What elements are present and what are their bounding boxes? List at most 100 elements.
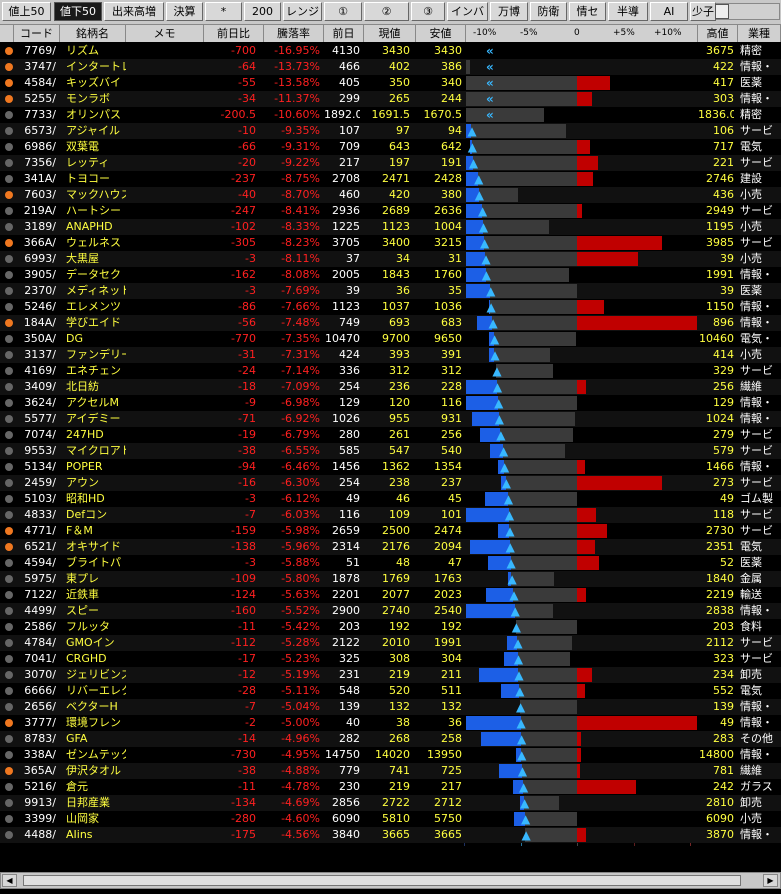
table-row[interactable]: 184A/学びエイド -56 -7.48% 749 693 683 ▲ 896 情報・: [0, 315, 781, 331]
table-row[interactable]: 5134/POPER -94 -6.46% 1456 1362 1354 ▲ 1466 情報・: [0, 459, 781, 475]
status-dot-icon: [5, 639, 13, 647]
tab-9[interactable]: ③: [411, 2, 445, 21]
header-name[interactable]: 銘柄名: [60, 25, 126, 42]
table-row[interactable]: 4784/GMOイン -112 -5.28% 2122 2010 1991 ▲ 2112 サービ: [0, 635, 781, 651]
scroll-thumb[interactable]: [23, 875, 741, 886]
tab-4[interactable]: *: [205, 2, 242, 21]
table-row[interactable]: 3137/ファンデリー -31 -7.31% 424 393 391 ▲ 414 小売: [0, 347, 781, 363]
tab-14[interactable]: 半導: [608, 2, 648, 21]
table-row[interactable]: 7122/近鉄車 -124 -5.63% 2201 2077 2023 ▲ 2219 輸送: [0, 587, 781, 603]
low-cell: 642: [441, 140, 462, 153]
sector-cell: 電気・: [740, 332, 773, 345]
horizontal-scrollbar[interactable]: ◀ ▶: [0, 872, 781, 889]
status-dot-icon: [5, 431, 13, 439]
table-row[interactable]: 6666/リバーエレク -28 -5.11% 548 520 511 ▲ 552 電気: [0, 683, 781, 699]
table-row[interactable]: 4488/AIins -175 -4.56% 3840 3665 3665 ▲ 3870 情報・: [0, 827, 781, 843]
table-row[interactable]: 6993/大黒屋 -3 -8.11% 37 34 31 ▲ 39 小売: [0, 251, 781, 267]
table-row[interactable]: 6573/アジャイル -10 -9.35% 107 97 94 ▲ 106 サービ: [0, 123, 781, 139]
table-row[interactable]: 7041/CRGHD -17 -5.23% 325 308 304 ▲ 323 サービ: [0, 651, 781, 667]
header-high[interactable]: 高値: [698, 25, 738, 42]
table-row[interactable]: 9913/日邦産業 -134 -4.69% 2856 2722 2712 ▲ 2810 卸売: [0, 795, 781, 811]
range-bar: [517, 636, 572, 650]
table-row[interactable]: 7769/リズム -700 -16.95% 4130 3430 3430 « 3675 精密: [0, 43, 781, 59]
low-cell: 304: [441, 652, 462, 665]
table-row[interactable]: 3070/ジェリビンズ -12 -5.19% 231 219 211 ▲ 234 卸売: [0, 667, 781, 683]
table-row[interactable]: 4833/Defコン -7 -6.03% 116 109 101 ▲ 118 サービ: [0, 507, 781, 523]
table-row[interactable]: 3399/山岡家 -280 -4.60% 6090 5810 5750 ▲ 6090 小売: [0, 811, 781, 827]
name-cell: 247HD: [66, 428, 104, 441]
table-row[interactable]: 2586/フルッタ -11 -5.42% 203 192 192 ▲ 203 食料: [0, 619, 781, 635]
table-row[interactable]: 365A/伊沢タオル -38 -4.88% 779 741 725 ▲ 781 繊維: [0, 763, 781, 779]
table-row[interactable]: 3905/データセク -162 -8.08% 2005 1843 1760 ▲ 1991 情報・: [0, 267, 781, 283]
table-row[interactable]: 8783/GFA -14 -4.96% 282 268 258 ▲ 283 その他: [0, 731, 781, 747]
change-cell: -7: [245, 700, 256, 713]
tab-16[interactable]: 少子: [690, 2, 716, 21]
header-prev[interactable]: 前日: [324, 25, 364, 42]
table-row[interactable]: 6986/双葉電 -66 -9.31% 709 643 642 ▲ 717 電気: [0, 139, 781, 155]
table-row[interactable]: 366A/ウェルネス -305 -8.23% 3705 3400 3215 ▲ 3985 サービ: [0, 235, 781, 251]
decline-bar: [480, 732, 521, 746]
table-row[interactable]: 5216/倉元 -11 -4.78% 230 219 217 ▲ 242 ガラス: [0, 779, 781, 795]
code-cell: 5246/: [24, 300, 56, 313]
header-memo[interactable]: メモ: [126, 25, 204, 42]
table-row[interactable]: 9553/マイクロアド -38 -6.55% 585 547 540 ▲ 579 サービ: [0, 443, 781, 459]
header-rate[interactable]: 騰落率: [264, 25, 324, 42]
scroll-left-icon[interactable]: ◀: [2, 874, 17, 887]
table-row[interactable]: 350A/DG -770 -7.35% 10470 9700 9650 ▲ 10460 電気・: [0, 331, 781, 347]
high-cell: 39: [720, 284, 734, 297]
scroll-right-icon[interactable]: ▶: [763, 874, 778, 887]
tab-15[interactable]: AI: [650, 2, 688, 21]
table-row[interactable]: 3624/アクセルM -9 -6.98% 129 120 116 ▲ 129 情報・: [0, 395, 781, 411]
tab-10[interactable]: インバ: [447, 2, 488, 21]
change-cell: -109: [231, 572, 256, 585]
tab-5[interactable]: 200: [244, 2, 281, 21]
table-row[interactable]: 2656/ベクターH -7 -5.04% 139 132 132 ▲ 139 情報・: [0, 699, 781, 715]
table-row[interactable]: 2459/アウン -16 -6.30% 254 238 237 ▲ 273 サービ: [0, 475, 781, 491]
table-row[interactable]: 338A/ゼンムテック -730 -4.95% 14750 14020 13950 ▲ 148…: [0, 747, 781, 763]
tab-3[interactable]: 決算: [166, 2, 203, 21]
tab-1[interactable]: 値下50: [54, 2, 102, 21]
tab-12[interactable]: 防衛: [530, 2, 567, 21]
table-row[interactable]: 3189/ANAPHD -102 -8.33% 1225 1123 1004 ▲ 1195 小売: [0, 219, 781, 235]
tab-0[interactable]: 値上50: [2, 2, 51, 21]
table-row[interactable]: 5246/エレメンツ -86 -7.66% 1123 1037 1036 ▲ 1150 情報・: [0, 299, 781, 315]
table-row[interactable]: 219A/ハートシー -247 -8.41% 2936 2689 2636 ▲ 2949 サービ: [0, 203, 781, 219]
table-row[interactable]: 3747/インタートレ -64 -13.73% 466 402 386 « 422 情報・: [0, 59, 781, 75]
table-row[interactable]: 4594/ブライトパ -3 -5.88% 51 48 47 ▲ 52 医薬: [0, 555, 781, 571]
toolbar-scroll-thumb[interactable]: [715, 4, 729, 19]
table-row[interactable]: 7356/レッティ -20 -9.22% 217 197 191 ▲ 221 サービ: [0, 155, 781, 171]
table-row[interactable]: 6521/オキサイド -138 -5.96% 2314 2176 2094 ▲ 2351 電気: [0, 539, 781, 555]
status-dot-icon: [5, 735, 13, 743]
low-cell: 1004: [434, 220, 462, 233]
header-change[interactable]: 前日比: [204, 25, 264, 42]
header-sector[interactable]: 業種: [738, 25, 781, 42]
header-price[interactable]: 現値: [364, 25, 416, 42]
table-row[interactable]: 4169/エネチェン -24 -7.14% 336 312 312 ▲ 329 サービ: [0, 363, 781, 379]
tab-6[interactable]: レンジ: [283, 2, 322, 21]
tab-8[interactable]: ②: [364, 2, 409, 21]
table-row[interactable]: 4584/キッズバイ -55 -13.58% 405 350 340 « 417 医薬: [0, 75, 781, 91]
tab-11[interactable]: 万博: [490, 2, 528, 21]
decline-bar: [466, 716, 521, 730]
tab-7[interactable]: ①: [324, 2, 362, 21]
table-row[interactable]: 7733/オリンパス -200.5 -10.60% 1892.0 1691.5 1670.…: [0, 107, 781, 123]
table-row[interactable]: 3409/北日紡 -18 -7.09% 254 236 228 ▲ 256 繊維: [0, 379, 781, 395]
table-row[interactable]: 5975/東プレ -109 -5.80% 1878 1769 1763 ▲ 1840 金属: [0, 571, 781, 587]
table-row[interactable]: 4771/F＆M -159 -5.98% 2659 2500 2474 ▲ 2730 サービ: [0, 523, 781, 539]
table-row[interactable]: 2370/メディネット -3 -7.69% 39 36 35 ▲ 39 医薬: [0, 283, 781, 299]
table-row[interactable]: 5577/アイデミー -71 -6.92% 1026 955 931 ▲ 1024 情報・: [0, 411, 781, 427]
table-row[interactable]: 7074/247HD -19 -6.79% 280 261 256 ▲ 279 サービ: [0, 427, 781, 443]
name-cell: ハートシー: [66, 204, 121, 217]
prev-cell: 254: [339, 380, 360, 393]
table-row[interactable]: 5103/昭和HD -3 -6.12% 49 46 45 ▲ 49 ゴム製: [0, 491, 781, 507]
table-row[interactable]: 341A/トヨコー -237 -8.75% 2708 2471 2428 ▲ 2746 建設: [0, 171, 781, 187]
table-row[interactable]: 7603/マックハウス -40 -8.70% 460 420 380 ▲ 436 小売: [0, 187, 781, 203]
header-code[interactable]: コード: [14, 25, 60, 42]
status-dot-icon: [5, 463, 13, 471]
table-row[interactable]: 3777/環境フレン -2 -5.00% 40 38 36 ▲ 49 情報・: [0, 715, 781, 731]
tab-2[interactable]: 出来高増: [104, 2, 164, 21]
tab-13[interactable]: 情セ: [569, 2, 606, 21]
header-low[interactable]: 安値: [416, 25, 466, 42]
table-row[interactable]: 4499/スピー -160 -5.52% 2900 2740 2540 ▲ 2838 情報・: [0, 603, 781, 619]
table-row[interactable]: 5255/モンラボ -34 -11.37% 299 265 244 « 303 情報・: [0, 91, 781, 107]
